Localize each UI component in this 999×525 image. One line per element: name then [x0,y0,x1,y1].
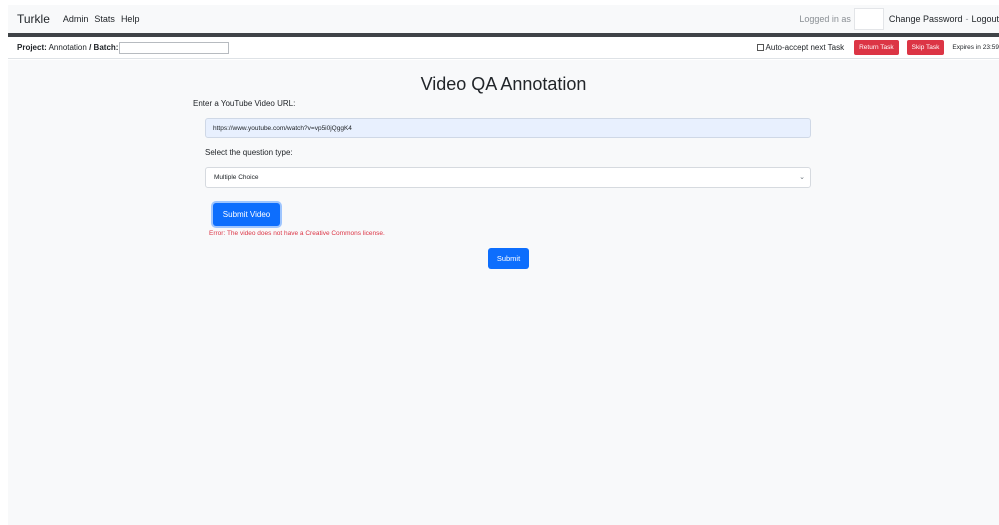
question-type-select[interactable]: Multiple Choice ⌄ [205,167,811,188]
url-label: Enter a YouTube Video URL: [193,99,296,108]
project-slash: / [89,43,92,52]
page-title: Video QA Annotation [420,74,587,94]
video-url-input[interactable]: https://www.youtube.com/watch?v=vp5i0jQg… [205,118,811,138]
user-area: Logged in as Change Password - Logout [799,8,999,30]
submit-video-button[interactable]: Submit Video [213,203,280,226]
username-box [853,8,884,30]
nav-help-link[interactable]: Help [121,14,140,24]
auto-accept-toggle[interactable]: Auto-accept next Task [756,43,845,52]
project-info: Project: Annotation / Batch: [17,43,118,52]
expires-timer: Expires in 23:59 [952,44,999,51]
project-name: Annotation [48,43,87,52]
batch-field [119,41,230,54]
logout-link[interactable]: Logout [971,14,999,24]
nav-stats-link[interactable]: Stats [94,14,115,24]
logged-in-label: Logged in as [799,14,851,24]
question-type-value: Multiple Choice [214,174,259,181]
task-toolbar: Project: Annotation / Batch: Auto-accept… [8,37,999,59]
nav-separator: - [965,14,969,24]
project-label: Project: [17,43,47,52]
top-navbar: Turkle Admin Stats Help Logged in as Cha… [8,5,999,33]
batch-label: Batch: [93,43,119,52]
brand-link[interactable]: Turkle [17,12,50,26]
auto-accept-label: Auto-accept next Task [765,43,845,52]
task-content: Video QA Annotation Enter a YouTube Vide… [8,60,999,525]
question-type-label: Select the question type: [205,148,293,157]
nav-admin-link[interactable]: Admin [63,14,89,24]
return-task-button[interactable]: Return Task [854,40,899,55]
chevron-down-icon: ⌄ [799,174,805,181]
skip-task-button[interactable]: Skip Task [906,40,945,55]
change-password-link[interactable]: Change Password [889,14,963,24]
submit-button[interactable]: Submit [488,248,529,269]
error-message: Error: The video does not have a Creativ… [209,230,385,237]
auto-accept-checkbox[interactable] [756,44,764,51]
